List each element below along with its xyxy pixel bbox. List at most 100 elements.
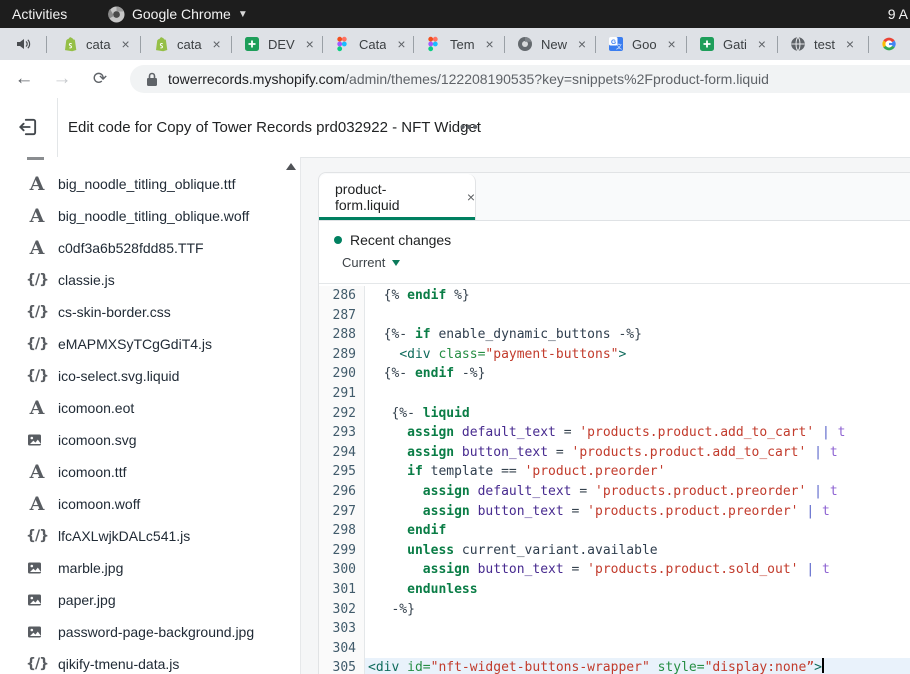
version-dropdown[interactable]: Current [342,255,400,270]
line-content[interactable]: <div id="nft-widget-buttons-wrapper" sty… [365,658,910,674]
code-line-294[interactable]: 294 assign button_text = 'products.produ… [319,443,910,463]
code-line-295[interactable]: 295 if template == 'product.preorder' [319,462,910,482]
line-number: 297 [319,502,365,522]
exit-code-editor-button[interactable] [14,113,42,141]
figma-favicon-icon [426,36,442,52]
file-item-icomoon.ttf[interactable]: Aicomoon.ttf [0,456,282,488]
file-name: lfcAXLwjkDALc541.js [58,528,190,544]
close-tab-icon[interactable]: × [303,37,317,51]
file-item-icomoon.svg[interactable]: icomoon.svg [0,424,282,456]
code-line-304[interactable]: 304 [319,639,910,659]
close-tab-icon[interactable]: × [843,37,857,51]
code-line-292[interactable]: 292 {%- liquid [319,404,910,424]
code-line-289[interactable]: 289 <div class="payment-buttons"> [319,345,910,365]
clock[interactable]: 9 A [888,0,908,28]
file-item-cs-skin-border.css[interactable]: {/}cs-skin-border.css [0,296,282,328]
file-item-lfcAXLwjkDALc541.js[interactable]: {/} lfcAXLwjkDALc541.js [0,520,282,552]
line-content[interactable]: assign button_text = 'products.product.p… [365,502,910,522]
line-content[interactable]: assign button_text = 'products.product.s… [365,560,910,580]
code-editor[interactable]: 286 {% endif %}287288 {%- if enable_dyna… [319,284,910,674]
lock-icon[interactable] [146,71,158,87]
file-item-c0df3a6b528fdd85.TTF[interactable]: Ac0df3a6b528fdd85.TTF [0,232,282,264]
close-tab-icon[interactable]: × [467,189,475,205]
code-line-293[interactable]: 293 assign default_text = 'products.prod… [319,423,910,443]
code-line-296[interactable]: 296 assign default_text = 'products.prod… [319,482,910,502]
file-item-big_noodle_titling_oblique.woff[interactable]: Abig_noodle_titling_oblique.woff [0,200,282,232]
code-line-287[interactable]: 287 [319,306,910,326]
line-content[interactable]: endunless [365,580,910,600]
code-line-286[interactable]: 286 {% endif %} [319,286,910,306]
close-tab-icon[interactable]: × [483,37,497,51]
code-line-301[interactable]: 301 endunless [319,580,910,600]
file-item-ico-select.svg.liquid[interactable]: {/}ico-select.svg.liquid [0,360,282,392]
code-line-302[interactable]: 302 -%} [319,600,910,620]
line-content[interactable]: {%- endif -%} [365,364,910,384]
file-item-icomoon.eot[interactable]: Aicomoon.eot [0,392,282,424]
line-content[interactable]: assign default_text = 'products.product.… [365,423,910,443]
code-file-icon: {/} [26,528,48,544]
reload-button[interactable]: ⟳ [86,65,114,93]
line-content[interactable] [365,619,910,639]
line-content[interactable] [365,306,910,326]
speaker-icon[interactable] [14,35,32,53]
browser-tab-partial[interactable] [869,28,910,60]
address-bar[interactable]: towerrecords.myshopify.com/admin/themes/… [130,65,910,93]
line-content[interactable]: assign default_text = 'products.product.… [365,482,910,502]
line-content[interactable]: {%- if enable_dynamic_buttons -%} [365,325,910,345]
browser-tab-DEV[interactable]: DEV× [232,28,322,60]
code-line-288[interactable]: 288 {%- if enable_dynamic_buttons -%} [319,325,910,345]
sidebar-scrollbar[interactable] [284,159,297,672]
line-content[interactable]: -%} [365,600,910,620]
line-content[interactable]: {% endif %} [365,286,910,306]
file-item-password-page-background.jpg[interactable]: password-page-background.jpg [0,616,282,648]
close-tab-icon[interactable]: × [665,37,679,51]
code-line-303[interactable]: 303 [319,619,910,639]
file-item-eMAPMXSyTCgGdiT4.js[interactable]: {/}eMAPMXSyTCgGdiT4.js [0,328,282,360]
code-line-291[interactable]: 291 [319,384,910,404]
code-line-300[interactable]: 300 assign button_text = 'products.produ… [319,560,910,580]
back-button[interactable]: ← [10,65,38,93]
line-content[interactable]: endif [365,521,910,541]
browser-tab-cata[interactable]: cata× [141,28,231,60]
line-content[interactable] [365,639,910,659]
browser-tab-test[interactable]: test× [778,28,868,60]
more-actions-button[interactable]: ••• [460,98,479,157]
file-name: big_noodle_titling_oblique.woff [58,208,249,224]
browser-tab-Goo[interactable]: G文Goo× [596,28,686,60]
line-content[interactable]: unless current_variant.available [365,541,910,561]
line-content[interactable] [365,384,910,404]
scroll-up-arrow-icon[interactable] [286,163,296,170]
line-content[interactable]: assign button_text = 'products.product.a… [365,443,910,463]
file-item-qikify-tmenu-data.js[interactable]: {/}qikify-tmenu-data.js [0,648,282,674]
forward-button[interactable]: → [48,65,76,93]
tab-product-form-liquid[interactable]: product-form.liquid × [319,174,476,220]
app-menu-button[interactable]: Google Chrome ▼ [108,0,248,28]
code-line-297[interactable]: 297 assign button_text = 'products.produ… [319,502,910,522]
font-file-icon: A [26,205,48,227]
browser-tab-Tem[interactable]: Tem× [414,28,504,60]
close-tab-icon[interactable]: × [394,37,408,51]
line-content[interactable]: {%- liquid [365,404,910,424]
browser-tab-New[interactable]: New× [505,28,595,60]
close-tab-icon[interactable]: × [210,37,224,51]
close-tab-icon[interactable]: × [755,37,769,51]
code-line-290[interactable]: 290 {%- endif -%} [319,364,910,384]
file-item-marble.jpg[interactable]: marble.jpg [0,552,282,584]
close-tab-icon[interactable]: × [119,37,133,51]
code-line-305[interactable]: 305<div id="nft-widget-buttons-wrapper" … [319,658,910,674]
file-item-big_noodle_titling_oblique.ttf[interactable]: Abig_noodle_titling_oblique.ttf [0,168,282,200]
line-content[interactable]: if template == 'product.preorder' [365,462,910,482]
file-item-paper.jpg[interactable]: paper.jpg [0,584,282,616]
code-line-298[interactable]: 298 endif [319,521,910,541]
file-name: ico-select.svg.liquid [58,368,179,384]
close-tab-icon[interactable]: × [575,37,589,51]
browser-tab-cata[interactable]: cata× [50,28,140,60]
file-item-icomoon.woff[interactable]: Aicomoon.woff [0,488,282,520]
code-line-299[interactable]: 299 unless current_variant.available [319,541,910,561]
browser-tab-Cata[interactable]: Cata× [323,28,413,60]
activities-button[interactable]: Activities [12,6,67,22]
file-item-classie.js[interactable]: {/}classie.js [0,264,282,296]
line-content[interactable]: <div class="payment-buttons"> [365,345,910,365]
browser-tab-Gati[interactable]: Gati× [687,28,777,60]
line-number: 298 [319,521,365,541]
